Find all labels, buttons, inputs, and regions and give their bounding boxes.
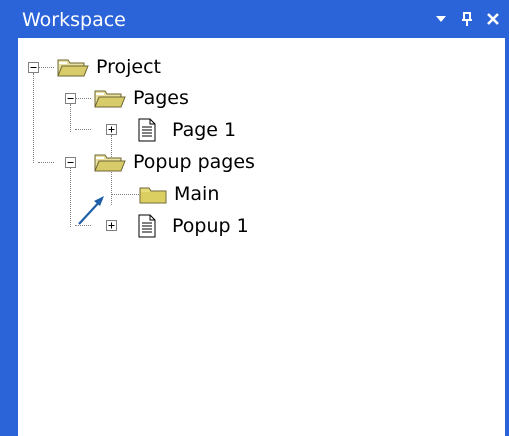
minus-icon <box>67 162 74 163</box>
tree-node-popup-1[interactable]: Popup 1 <box>138 213 249 239</box>
project-tree: Project Pages Page 1 Popup pages Main Po… <box>18 38 505 436</box>
collapse-popup-pages-toggle[interactable] <box>65 157 76 168</box>
tree-connector <box>38 162 54 163</box>
tree-label: Project <box>96 56 162 78</box>
tree-node-main[interactable]: Main <box>138 181 219 207</box>
plus-icon <box>108 126 115 133</box>
pin-button[interactable] <box>456 8 478 30</box>
tree-label: Page 1 <box>172 119 237 141</box>
tree-connector <box>38 67 54 68</box>
tree-connector <box>75 129 91 130</box>
tree-connector <box>33 73 34 163</box>
document-icon <box>138 118 156 142</box>
collapse-pages-toggle[interactable] <box>65 93 76 104</box>
open-folder-icon <box>56 55 90 79</box>
tree-label: Main <box>174 183 220 205</box>
panel-frame-left <box>0 38 18 436</box>
pin-icon <box>462 12 472 26</box>
expand-page1-toggle[interactable] <box>106 124 117 135</box>
tree-connector <box>70 167 71 227</box>
tree-node-page-1[interactable]: Page 1 <box>138 117 236 143</box>
workspace-title: Workspace <box>22 9 126 31</box>
closed-folder-icon <box>138 182 168 206</box>
dropdown-button[interactable] <box>430 8 452 30</box>
workspace-panel: Workspace Project Pages Page 1 Popup pag… <box>0 0 509 436</box>
tree-node-pages[interactable]: Pages <box>93 85 189 111</box>
minus-icon <box>67 98 74 99</box>
tree-label: Popup 1 <box>172 215 249 237</box>
workspace-titlebar[interactable]: Workspace <box>0 0 509 38</box>
tree-connector <box>75 98 91 99</box>
open-folder-icon <box>93 86 127 110</box>
close-button[interactable] <box>482 8 504 30</box>
tree-label: Popup pages <box>133 151 255 173</box>
tree-connector <box>111 194 139 195</box>
close-icon <box>487 13 499 25</box>
annotation-arrow-icon <box>78 196 104 225</box>
minus-icon <box>30 67 37 68</box>
tree-connector <box>70 104 71 132</box>
workspace-content: Project Pages Page 1 Popup pages Main Po… <box>18 38 505 436</box>
plus-icon <box>108 222 115 229</box>
collapse-project-toggle[interactable] <box>28 62 39 73</box>
panel-frame-right <box>505 38 509 436</box>
document-icon <box>138 214 156 238</box>
tree-label: Pages <box>133 87 189 109</box>
tree-node-project[interactable]: Project <box>56 54 161 80</box>
dropdown-arrow-icon <box>436 16 446 22</box>
tree-node-popup-pages[interactable]: Popup pages <box>93 149 255 175</box>
open-folder-icon <box>93 150 127 174</box>
